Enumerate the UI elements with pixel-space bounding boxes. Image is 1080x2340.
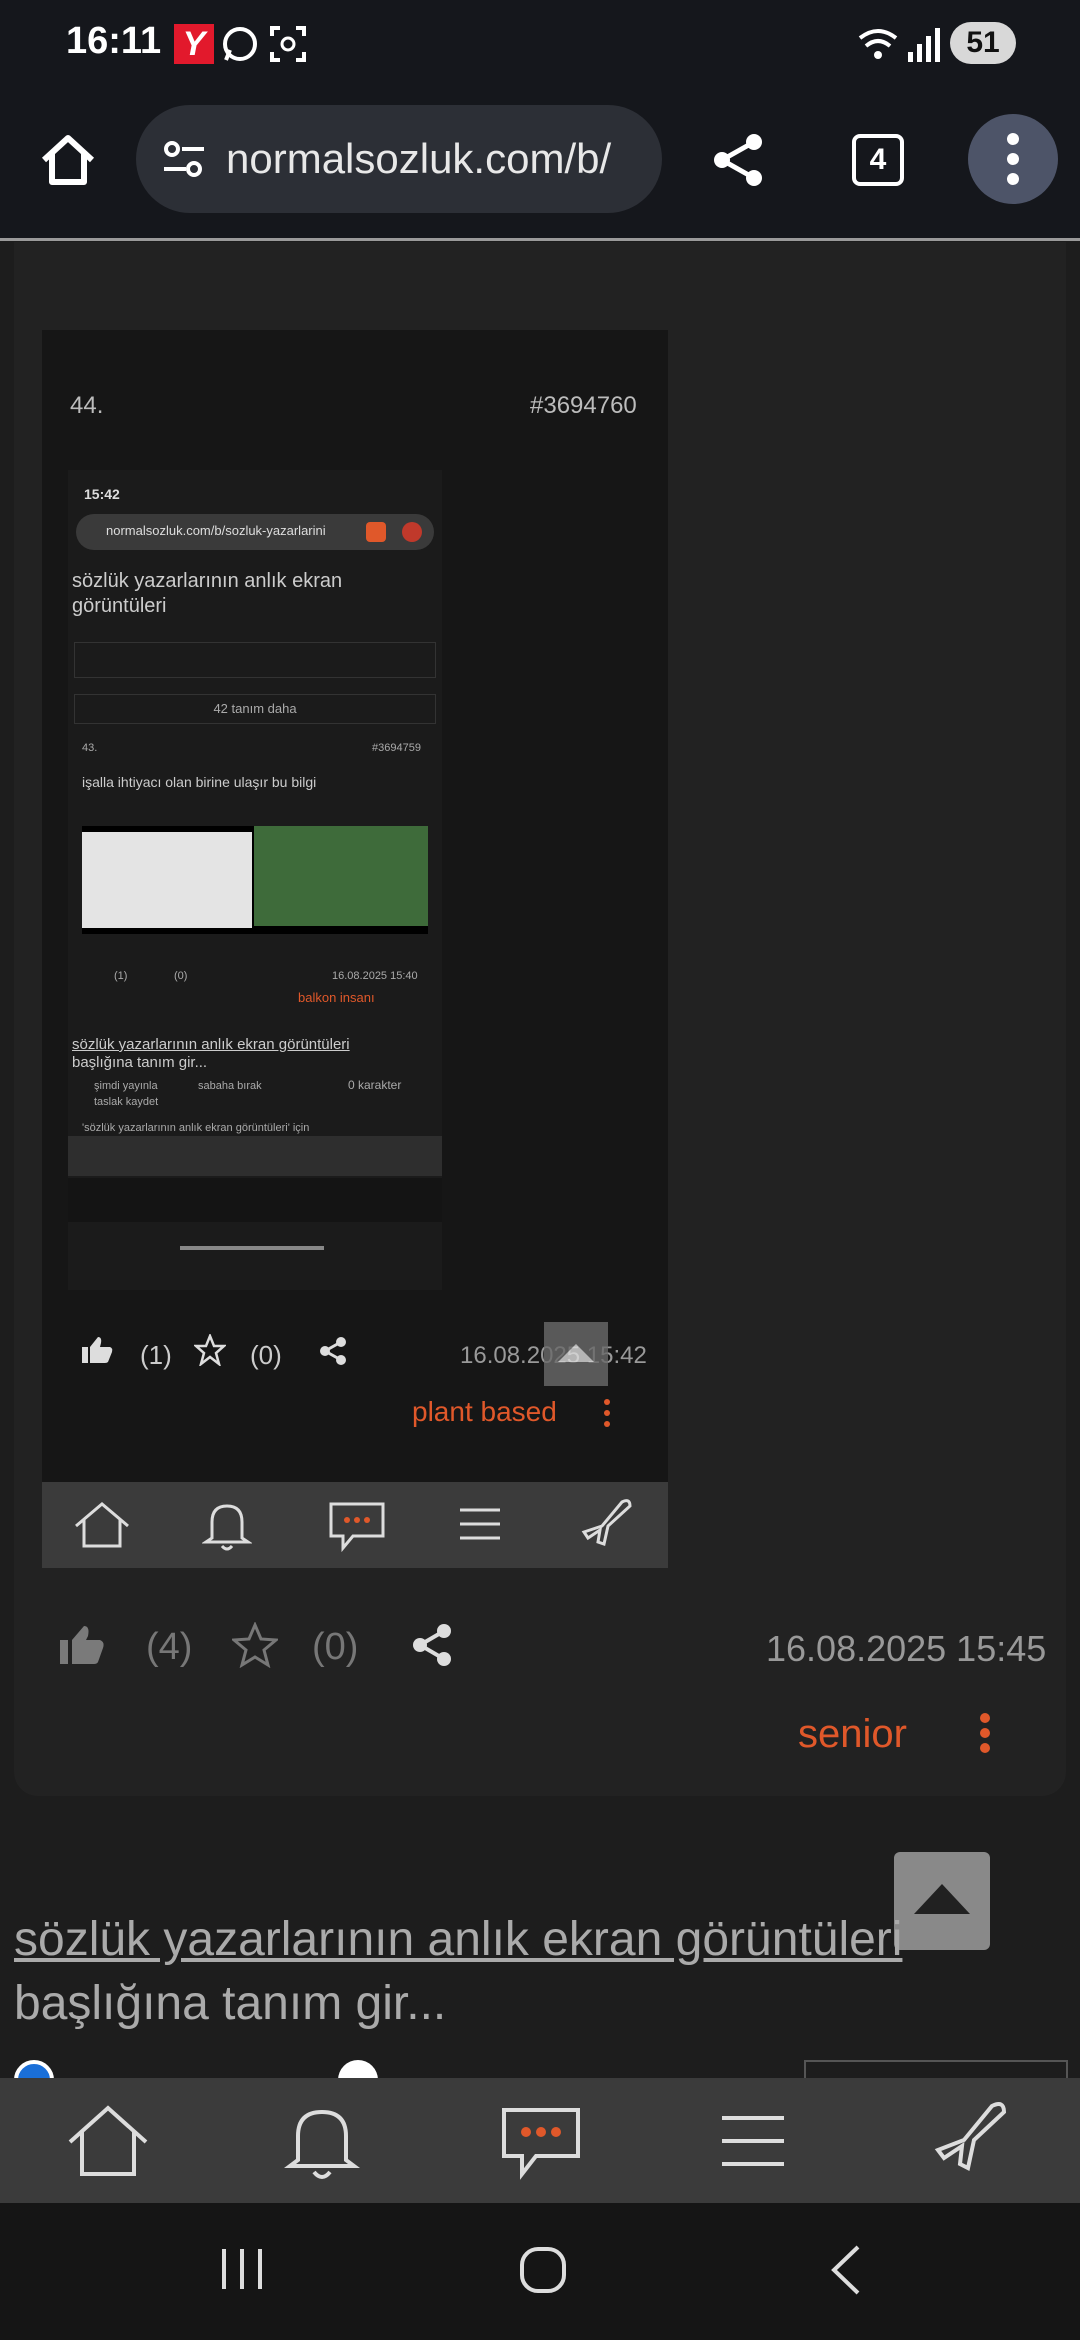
scroll-to-top-button[interactable]: [894, 1852, 990, 1950]
inner-extension-icon: [402, 522, 422, 542]
nav-plane-icon[interactable]: [930, 2098, 1014, 2182]
system-home-icon[interactable]: [518, 2245, 568, 2295]
url-text[interactable]: normalsozluk.com/b/: [226, 135, 611, 183]
app-bottom-nav: [0, 2078, 1080, 2203]
favorite-star-icon[interactable]: [232, 1622, 278, 1668]
favorites-count: (0): [312, 1626, 359, 1668]
entry-screenshot-image[interactable]: 44. #3694760 15:42 normalsozluk.com/b/so…: [42, 330, 668, 1568]
inner-image-right: [254, 826, 428, 926]
inner-topic-title-1: sözlük yazarlarının anlık ekran: [72, 570, 343, 592]
like-icon[interactable]: [58, 1624, 106, 1666]
entry-date[interactable]: 16.08.2025 15:45: [766, 1628, 1046, 1670]
browser-menu-button[interactable]: [968, 114, 1058, 204]
embedded-messages-icon: [329, 1502, 385, 1552]
embedded-favs: (0): [250, 1340, 282, 1370]
inner-topic-link: sözlük yazarlarının anlık ekran görüntül…: [72, 1036, 350, 1053]
home-icon[interactable]: [38, 130, 98, 190]
more-vert-icon: [1007, 133, 1019, 185]
status-time: 16:11: [66, 20, 162, 62]
signal-icon: [908, 28, 940, 62]
inner-screenshot: 15:42 normalsozluk.com/b/sozluk-yazarlar…: [68, 470, 442, 1290]
embedded-share-icon: [320, 1337, 346, 1365]
embedded-star-icon: [194, 1334, 226, 1366]
inner-more-entries: 42 tanım daha: [74, 694, 436, 724]
embedded-caret-up-icon: [558, 1344, 594, 1362]
inner-bottom-nav: [68, 1136, 442, 1176]
system-nav-bar: [0, 2203, 1080, 2340]
inner-entry-text: işalla ihtiyacı olan birine ulaşır bu bi…: [82, 774, 317, 790]
inner-toolbar: [74, 642, 436, 678]
nav-home-icon[interactable]: [64, 2102, 152, 2180]
topic-link[interactable]: sözlük yazarlarının anlık ekran görüntül…: [14, 1912, 902, 1967]
battery-indicator: 51: [950, 22, 1016, 64]
inner-url-bar: normalsozluk.com/b/sozluk-yazarlarini: [76, 514, 434, 550]
share-icon[interactable]: [708, 130, 768, 190]
inner-option-draft: taslak kaydet: [94, 1096, 159, 1108]
inner-browser-nav: [68, 1178, 442, 1222]
add-entry-prompt: başlığına tanım gir...: [14, 1977, 447, 2030]
site-settings-icon[interactable]: [160, 135, 208, 183]
inner-favs: (0): [174, 970, 188, 982]
inner-option-later: sabaha bırak: [198, 1080, 262, 1092]
nav-messages-icon[interactable]: [498, 2104, 584, 2180]
inner-more-entries-label: 42 tanım daha: [213, 701, 297, 716]
inner-char-count: 0 karakter: [348, 1078, 402, 1092]
embedded-plane-icon: [581, 1499, 632, 1546]
inner-entry-image: [82, 826, 428, 934]
nav-bell-icon[interactable]: [284, 2102, 360, 2182]
inner-topic-title-2: görüntüleri: [72, 595, 167, 617]
inner-date: 16.08.2025 15:40: [332, 970, 418, 982]
inner-entry-number: 43.: [82, 742, 98, 754]
embedded-likes: (1): [140, 1340, 172, 1370]
screenshot-icon: [270, 26, 306, 62]
embedded-author: plant based: [412, 1396, 557, 1427]
wifi-icon: [858, 29, 898, 59]
embedded-more-vert-icon: [604, 1399, 610, 1427]
inner-likes: (1): [114, 970, 128, 982]
recent-apps-icon[interactable]: [218, 2247, 266, 2291]
url-bar[interactable]: normalsozluk.com/b/: [136, 105, 662, 213]
whatsapp-icon: [223, 27, 257, 61]
inner-status-time: 15:42: [84, 486, 120, 502]
inner-image-left: [82, 832, 252, 928]
likes-count: (4): [146, 1626, 193, 1668]
embedded-home-icon: [75, 1502, 129, 1548]
entry-share-icon[interactable]: [410, 1622, 456, 1668]
nav-menu-icon[interactable]: [720, 2114, 786, 2168]
inner-author: balkon insanı: [298, 990, 375, 1005]
yandex-icon: Y: [174, 24, 214, 64]
caret-up-icon: [914, 1884, 970, 1914]
inner-textarea-text: 'sözlük yazarlarının anlık ekran görüntü…: [82, 1122, 310, 1134]
inner-option-publish: şimdi yayınla: [94, 1080, 158, 1092]
embedded-app-nav: [42, 1482, 668, 1568]
embedded-menu-icon: [460, 1508, 500, 1540]
entry-more-vert-icon[interactable]: [978, 1712, 992, 1754]
entry-author[interactable]: senior: [798, 1712, 907, 1757]
tab-switcher-button[interactable]: 4: [852, 134, 904, 186]
inner-add-entry: başlığına tanım gir...: [72, 1054, 208, 1071]
embedded-like-icon: [82, 1337, 113, 1363]
embedded-bell-icon: [202, 1504, 252, 1551]
inner-gesture-bar: [180, 1246, 324, 1250]
embedded-entry-id: #3694760: [530, 392, 637, 419]
inner-brave-icon: [366, 522, 386, 542]
back-icon[interactable]: [826, 2243, 866, 2297]
embedded-scroll-top: [544, 1322, 608, 1386]
inner-url-text: normalsozluk.com/b/sozluk-yazarlarini: [106, 523, 326, 538]
embedded-entry-number: 44.: [70, 392, 104, 419]
inner-entry-id: #3694759: [372, 742, 421, 754]
